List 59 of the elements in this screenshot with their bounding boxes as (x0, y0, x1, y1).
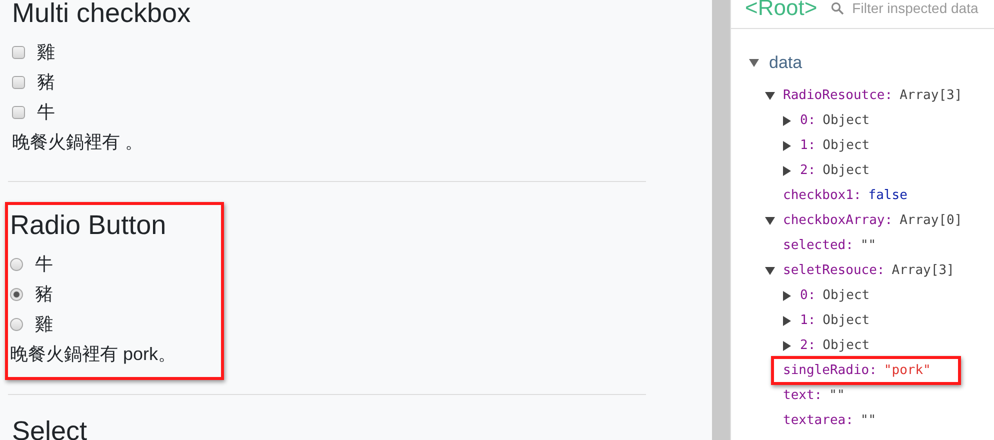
section-heading: Select (12, 415, 88, 440)
collapsed-arrow-icon[interactable] (783, 140, 791, 150)
collapsed-arrow-icon[interactable] (783, 116, 791, 126)
property-key[interactable]: checkbox1: (783, 188, 862, 203)
property-value: Object (822, 288, 870, 303)
property-key[interactable]: 0: (800, 113, 816, 128)
checkbox[interactable] (12, 46, 25, 58)
property-key[interactable]: seletResouce: (783, 263, 885, 278)
option-label: 豬 (37, 71, 55, 94)
radio-button[interactable] (10, 288, 23, 300)
property-key[interactable]: 1: (800, 313, 816, 328)
radio-button[interactable] (10, 258, 23, 270)
option-label: 豬 (35, 283, 53, 306)
collapsed-arrow-icon[interactable] (783, 340, 791, 350)
property-key[interactable]: checkboxArray: (783, 213, 893, 228)
property-key[interactable]: 0: (800, 288, 816, 303)
radio-button[interactable] (10, 318, 23, 330)
expanded-arrow-icon[interactable] (765, 92, 775, 100)
option-label: 牛 (35, 253, 53, 276)
option-label: 雞 (37, 41, 55, 64)
expanded-arrow-icon[interactable] (749, 59, 759, 67)
property-value: Object (822, 313, 870, 328)
property-value: Object (822, 338, 870, 353)
property-value: "pork" (884, 363, 931, 378)
property-value: Array[0] (900, 213, 962, 228)
collapsed-arrow-icon[interactable] (783, 166, 791, 176)
expanded-arrow-icon[interactable] (765, 266, 775, 274)
expanded-arrow-icon[interactable] (765, 216, 775, 224)
property-key[interactable]: 2: (800, 163, 816, 178)
option-label: 牛 (37, 101, 55, 124)
property-key[interactable]: selected: (783, 238, 854, 253)
property-value: false (868, 188, 908, 203)
collapsed-arrow-icon[interactable] (783, 316, 791, 326)
property-value: Array[3] (892, 263, 954, 278)
property-key[interactable]: textarea: (783, 413, 854, 428)
property-value: Object (822, 163, 870, 178)
tree-label[interactable]: data (769, 53, 802, 73)
property-key[interactable]: RadioResoutce: (783, 88, 893, 103)
section-heading: Multi checkbox (12, 0, 191, 29)
property-value: Array[3] (900, 88, 962, 103)
property-key[interactable]: 1: (800, 138, 816, 153)
property-value: Object (822, 113, 870, 128)
search-field[interactable]: Filter inspected data (831, 0, 994, 16)
property-value: "" (829, 388, 845, 403)
property-value: Object (822, 138, 870, 153)
section-heading: Radio Button (10, 209, 168, 241)
property-value: "" (860, 413, 876, 428)
collapsed-arrow-icon[interactable] (783, 290, 791, 300)
result-text: 晚餐火鍋裡有 pork。 (10, 343, 176, 366)
option-label: 雞 (35, 313, 53, 336)
property-value: "" (860, 238, 876, 253)
property-key[interactable]: 2: (800, 338, 816, 353)
checkbox[interactable] (12, 76, 25, 88)
search-icon (831, 2, 844, 14)
checkbox[interactable] (12, 106, 25, 118)
property-key[interactable]: text: (783, 388, 822, 403)
result-text: 晚餐火鍋裡有 。 (12, 131, 144, 154)
property-key[interactable]: singleRadio: (783, 363, 877, 378)
scrollbar[interactable] (712, 0, 730, 440)
